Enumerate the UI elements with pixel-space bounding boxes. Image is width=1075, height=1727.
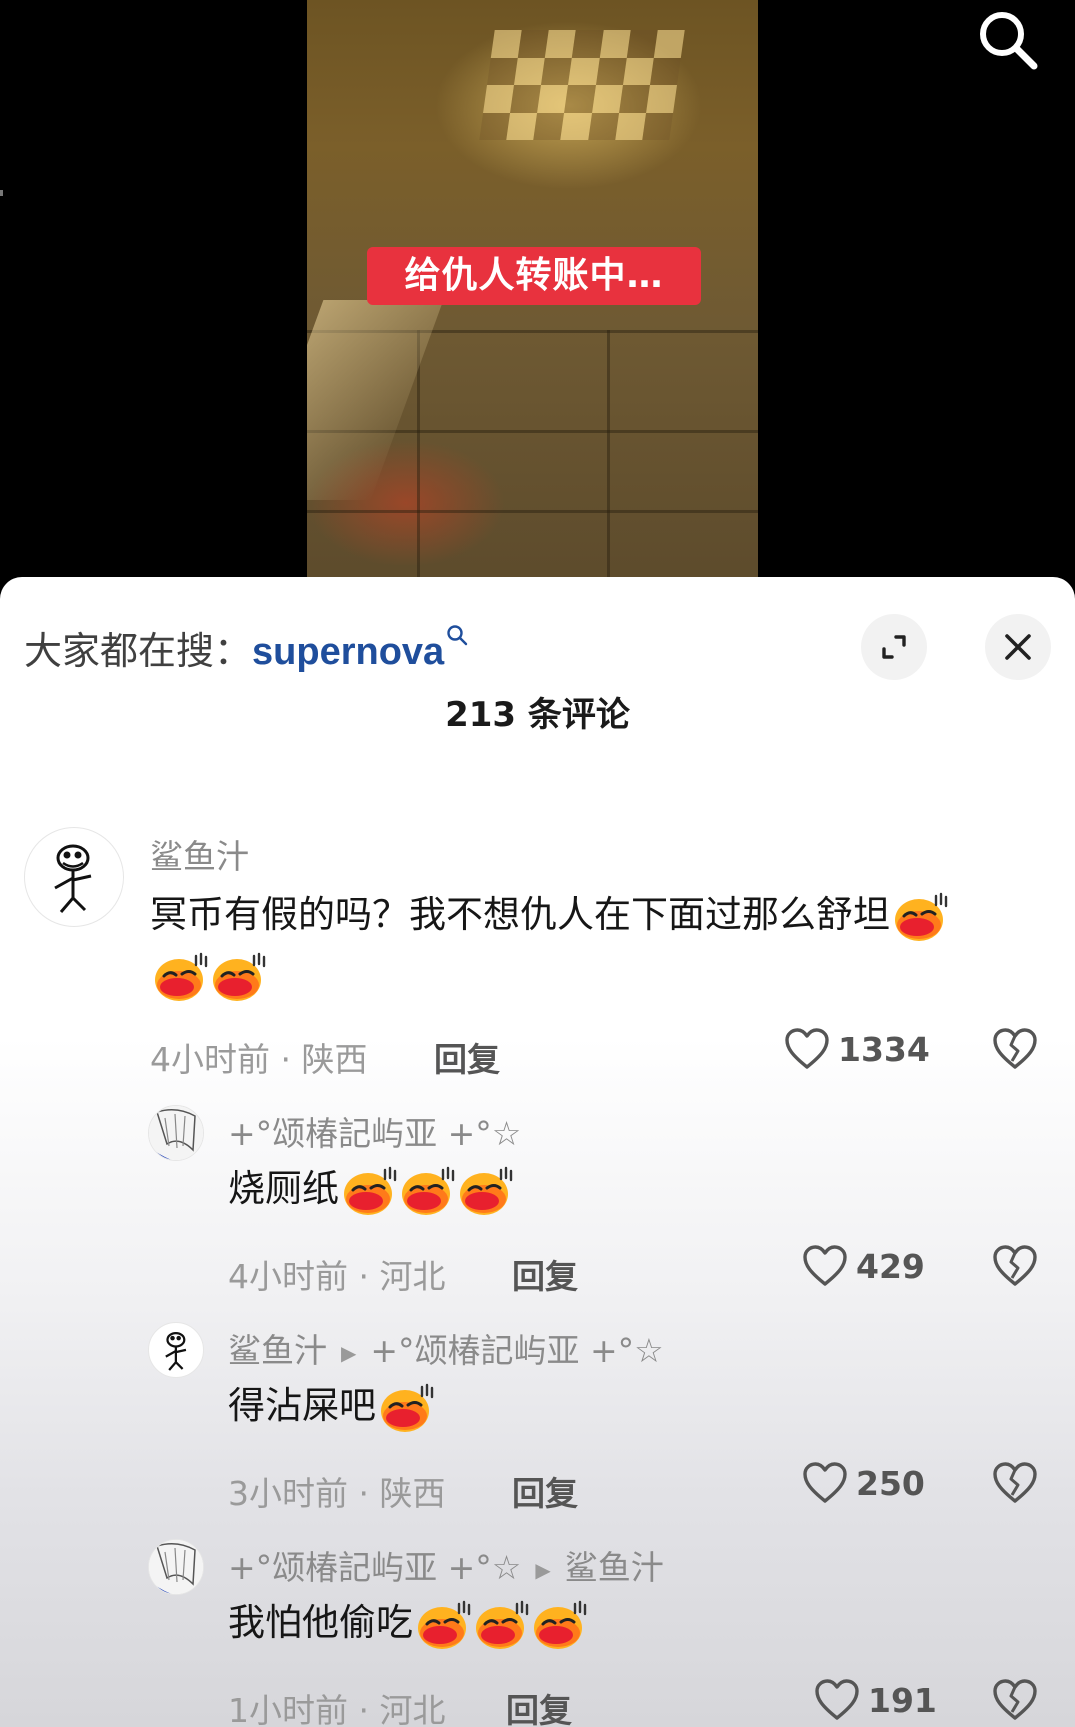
smug-emoji [473,1598,529,1652]
broken-heart-icon [993,1679,1037,1720]
smug-emoji [457,1164,513,1218]
like-button[interactable]: 1334 [784,1027,930,1071]
like-count: 191 [868,1680,937,1720]
reply-meta: 4小时前 · 河北 [228,1257,446,1296]
dislike-button[interactable] [992,1461,1038,1509]
comment-body: 冥币有假的吗？我不想仇人在下面过那么舒坦 [150,893,890,936]
shark-avatar-icon [54,844,92,913]
reply-text: 我怕他偷吃 [228,1593,1028,1653]
comment-meta: 4小时前 · 陕西 [150,1040,368,1079]
comment-sheet: 大家都在搜：supernova 213 条评论 鲨鱼汁 冥币有假的吗？我不想仇人… [0,577,1075,1727]
reply-meta: 1小时前 · 河北 [228,1691,446,1727]
light-streak [307,300,444,500]
comment-count-title: 213 条评论 [445,695,630,735]
dislike-button[interactable] [992,1678,1038,1726]
comment-text: 冥币有假的吗？我不想仇人在下面过那么舒坦 [150,885,1050,1005]
broken-heart-icon [993,1462,1037,1503]
expand-button[interactable] [861,614,927,680]
dislike-button[interactable] [992,1244,1038,1292]
heart-icon [803,1462,847,1503]
heart-icon [803,1245,847,1286]
reply-text: 得沾屎吧 [228,1376,1028,1436]
like-count: 429 [856,1246,925,1286]
smug-emoji [152,950,208,1004]
avatar[interactable] [148,1322,204,1378]
like-count: 1334 [838,1029,930,1069]
broken-heart-icon [993,1245,1037,1286]
smug-emoji [892,890,948,944]
reply-target-username[interactable]: +°颂椿記屿亚 +°☆ [370,1331,663,1370]
avatar[interactable] [148,1105,204,1161]
anime-avatar-icon [149,1106,203,1160]
dislike-button[interactable] [992,1027,1038,1075]
reply-target-username[interactable]: 鲨鱼汁 [565,1548,664,1587]
like-button[interactable]: 250 [802,1461,925,1505]
edge-marker [0,190,3,196]
smug-emoji [378,1381,434,1435]
smug-emoji [341,1164,397,1218]
reply-arrow-icon: ▶ [341,1340,357,1365]
like-count: 250 [856,1463,925,1503]
smug-emoji [415,1598,471,1652]
reply-button[interactable]: 回复 [512,1467,578,1515]
search-icon [980,12,1038,70]
heart-icon [815,1679,859,1720]
trending-search-bar[interactable]: 大家都在搜：supernova [24,620,468,675]
reply-body: 我怕他偷吃 [228,1601,413,1644]
reply-body: 得沾屎吧 [228,1384,376,1427]
reply-username[interactable]: +°颂椿記屿亚 +°☆ [228,1548,521,1587]
close-button[interactable] [985,614,1051,680]
avatar[interactable] [148,1539,204,1595]
video-caption: 给仇人转账中… [367,247,701,305]
reply-arrow-icon: ▶ [535,1557,551,1582]
reply-meta: 3小时前 · 陕西 [228,1474,446,1513]
heart-icon [785,1028,829,1069]
reply-button[interactable]: 回复 [512,1250,578,1298]
pavement-line [607,330,610,585]
smug-emoji [531,1598,587,1652]
trending-term-link[interactable]: supernova [252,631,444,673]
smug-emoji [210,950,266,1004]
reply-username[interactable]: 鲨鱼汁 [228,1331,327,1370]
shark-avatar-icon [165,1331,187,1371]
smug-emoji [399,1164,455,1218]
like-button[interactable]: 429 [802,1244,925,1288]
search-button[interactable] [972,4,1044,76]
broken-heart-icon [993,1028,1037,1069]
comment-username[interactable]: 鲨鱼汁 [150,830,249,878]
reply-body: 烧厕纸 [228,1167,339,1210]
anime-avatar-icon [149,1540,203,1594]
close-icon [1005,634,1031,660]
reply-button[interactable]: 回复 [434,1033,500,1081]
reply-text: 烧厕纸 [228,1159,1028,1219]
reply-username-line: 鲨鱼汁 ▶ +°颂椿記屿亚 +°☆ [228,1324,664,1372]
like-button[interactable]: 191 [814,1678,937,1722]
mini-search-icon [447,625,468,646]
avatar[interactable] [24,827,124,927]
pavement-line [307,510,758,513]
video-scene-pattern [479,30,685,140]
reply-button[interactable]: 回复 [506,1684,572,1727]
reply-username-line: +°颂椿記屿亚 +°☆ ▶ 鲨鱼汁 [228,1541,664,1589]
expand-icon [882,635,906,659]
trending-prefix: 大家都在搜： [24,629,253,673]
video-player[interactable]: 给仇人转账中… [0,0,1075,585]
reply-username[interactable]: +°颂椿記屿亚 +°☆ [228,1107,521,1155]
